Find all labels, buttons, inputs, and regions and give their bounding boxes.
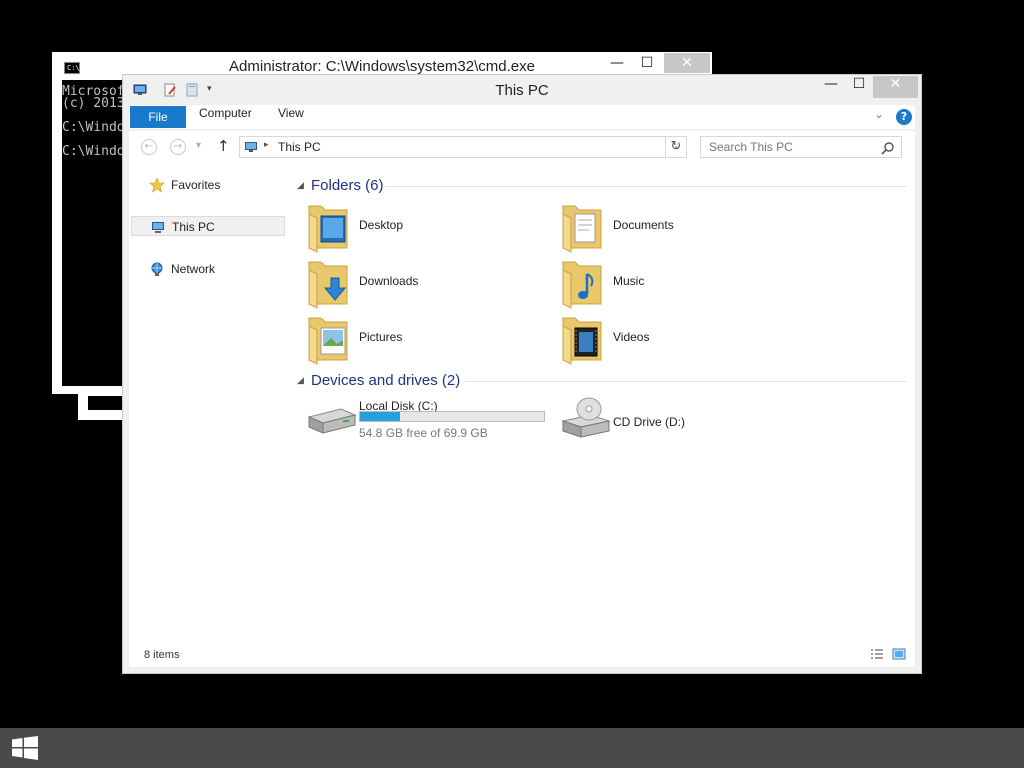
folder-name: Documents [613, 218, 674, 232]
computer-icon [152, 222, 164, 233]
cmd-window-edge [78, 392, 124, 420]
drive-usage-fill [360, 412, 400, 421]
close-button[interactable]: ✕ [873, 76, 918, 98]
breadcrumb-separator[interactable]: ▸ [264, 140, 269, 150]
desktop-folder-icon [308, 205, 348, 253]
drive-item-cd-drive-d[interactable]: CD Drive (D:) [561, 395, 761, 449]
back-button[interactable]: ← [141, 139, 157, 155]
folder-name: Videos [613, 330, 650, 344]
drive-item-local-disk-c[interactable]: Local Disk (C:) 54.8 GB free of 69.9 GB [307, 395, 547, 449]
computer-icon [245, 142, 257, 152]
downloads-folder-icon [308, 261, 348, 309]
videos-folder-icon [562, 317, 602, 365]
folder-name: Pictures [359, 330, 403, 344]
group-header-folders[interactable]: ◢ Folders (6) [291, 176, 907, 196]
folder-item-downloads[interactable]: Downloads [307, 256, 547, 310]
group-divider [465, 381, 907, 382]
cd-drive-icon [561, 397, 611, 438]
navigation-pane: Favorites This PC Network [129, 165, 287, 667]
sidebar-item-favorites[interactable]: Favorites [131, 175, 285, 195]
address-toolbar: ← → ▾ ↑ ▸ This PC ⌄ ↻ [129, 131, 915, 165]
cmd-maximize-button[interactable]: ☐ [632, 53, 662, 73]
details-view-icon[interactable] [870, 648, 884, 660]
tab-computer[interactable]: Computer [199, 106, 252, 128]
cmd-line: (c) 2013 [62, 96, 125, 111]
documents-folder-icon [562, 205, 602, 253]
tab-view[interactable]: View [278, 106, 304, 128]
drive-usage-bar [359, 411, 545, 422]
item-count: 8 items [144, 649, 180, 661]
folder-item-desktop[interactable]: Desktop [307, 200, 547, 254]
address-box[interactable]: ▸ This PC ⌄ [239, 136, 687, 158]
search-input[interactable] [702, 138, 879, 156]
group-title: Devices and drives (2) [311, 372, 461, 389]
search-icon[interactable] [881, 141, 895, 155]
star-icon [149, 177, 165, 193]
group-title: Folders (6) [311, 177, 384, 194]
sidebar-item-label: This PC [172, 220, 215, 234]
folder-name: Music [613, 274, 645, 288]
chevron-down-icon[interactable]: ⌄ [874, 107, 884, 121]
cmd-line: C:\Windo [62, 144, 125, 159]
content-pane: ◢ Folders (6) Desktop Documents Download… [287, 165, 915, 641]
hard-disk-icon [307, 408, 357, 434]
cmd-close-button[interactable]: ✕ [664, 53, 710, 73]
cmd-line: C:\Windo [62, 120, 125, 135]
taskbar [0, 728, 1024, 768]
status-bar: 8 items [129, 641, 915, 667]
large-icons-view-icon[interactable] [892, 648, 906, 660]
music-folder-icon [562, 261, 602, 309]
folder-item-videos[interactable]: Videos [561, 312, 801, 366]
group-header-devices[interactable]: ◢ Devices and drives (2) [291, 371, 907, 391]
explorer-title: This PC [495, 82, 549, 99]
cmd-minimize-button[interactable]: — [602, 53, 632, 73]
sidebar-item-label: Favorites [171, 178, 221, 192]
sidebar-item-this-pc[interactable]: This PC [131, 216, 285, 236]
pictures-folder-icon [308, 317, 348, 365]
breadcrumb[interactable]: This PC [278, 140, 321, 154]
help-button[interactable]: ? [896, 109, 912, 125]
recent-locations-button[interactable]: ▾ [196, 140, 201, 151]
tab-file[interactable]: File [130, 106, 186, 128]
ribbon: File Computer View ⌄ ? [129, 105, 915, 129]
sidebar-item-label: Network [171, 262, 216, 276]
sidebar-item-network[interactable]: Network [131, 259, 285, 279]
maximize-button[interactable]: ☐ [845, 76, 873, 98]
explorer-window[interactable]: ▾ This PC — ☐ ✕ File Computer View ⌄ ? ←… [122, 74, 922, 674]
explorer-titlebar[interactable]: ▾ This PC — ☐ ✕ [123, 75, 921, 105]
up-button[interactable]: ↑ [217, 137, 230, 155]
windows-logo-icon[interactable] [12, 736, 38, 760]
forward-button[interactable]: → [170, 139, 186, 155]
folder-item-pictures[interactable]: Pictures [307, 312, 547, 366]
collapse-triangle-icon[interactable]: ◢ [297, 376, 304, 386]
drive-name: CD Drive (D:) [613, 415, 685, 429]
folder-name: Downloads [359, 274, 419, 288]
refresh-button[interactable]: ↻ [665, 136, 687, 158]
folder-item-documents[interactable]: Documents [561, 200, 801, 254]
collapse-triangle-icon[interactable]: ◢ [297, 181, 304, 191]
drive-free-space: 54.8 GB free of 69.9 GB [359, 426, 488, 440]
minimize-button[interactable]: — [817, 76, 845, 98]
group-divider [385, 186, 907, 187]
folder-item-music[interactable]: Music [561, 256, 801, 310]
network-icon [151, 262, 163, 276]
search-box[interactable] [700, 136, 902, 158]
folder-name: Desktop [359, 218, 404, 232]
